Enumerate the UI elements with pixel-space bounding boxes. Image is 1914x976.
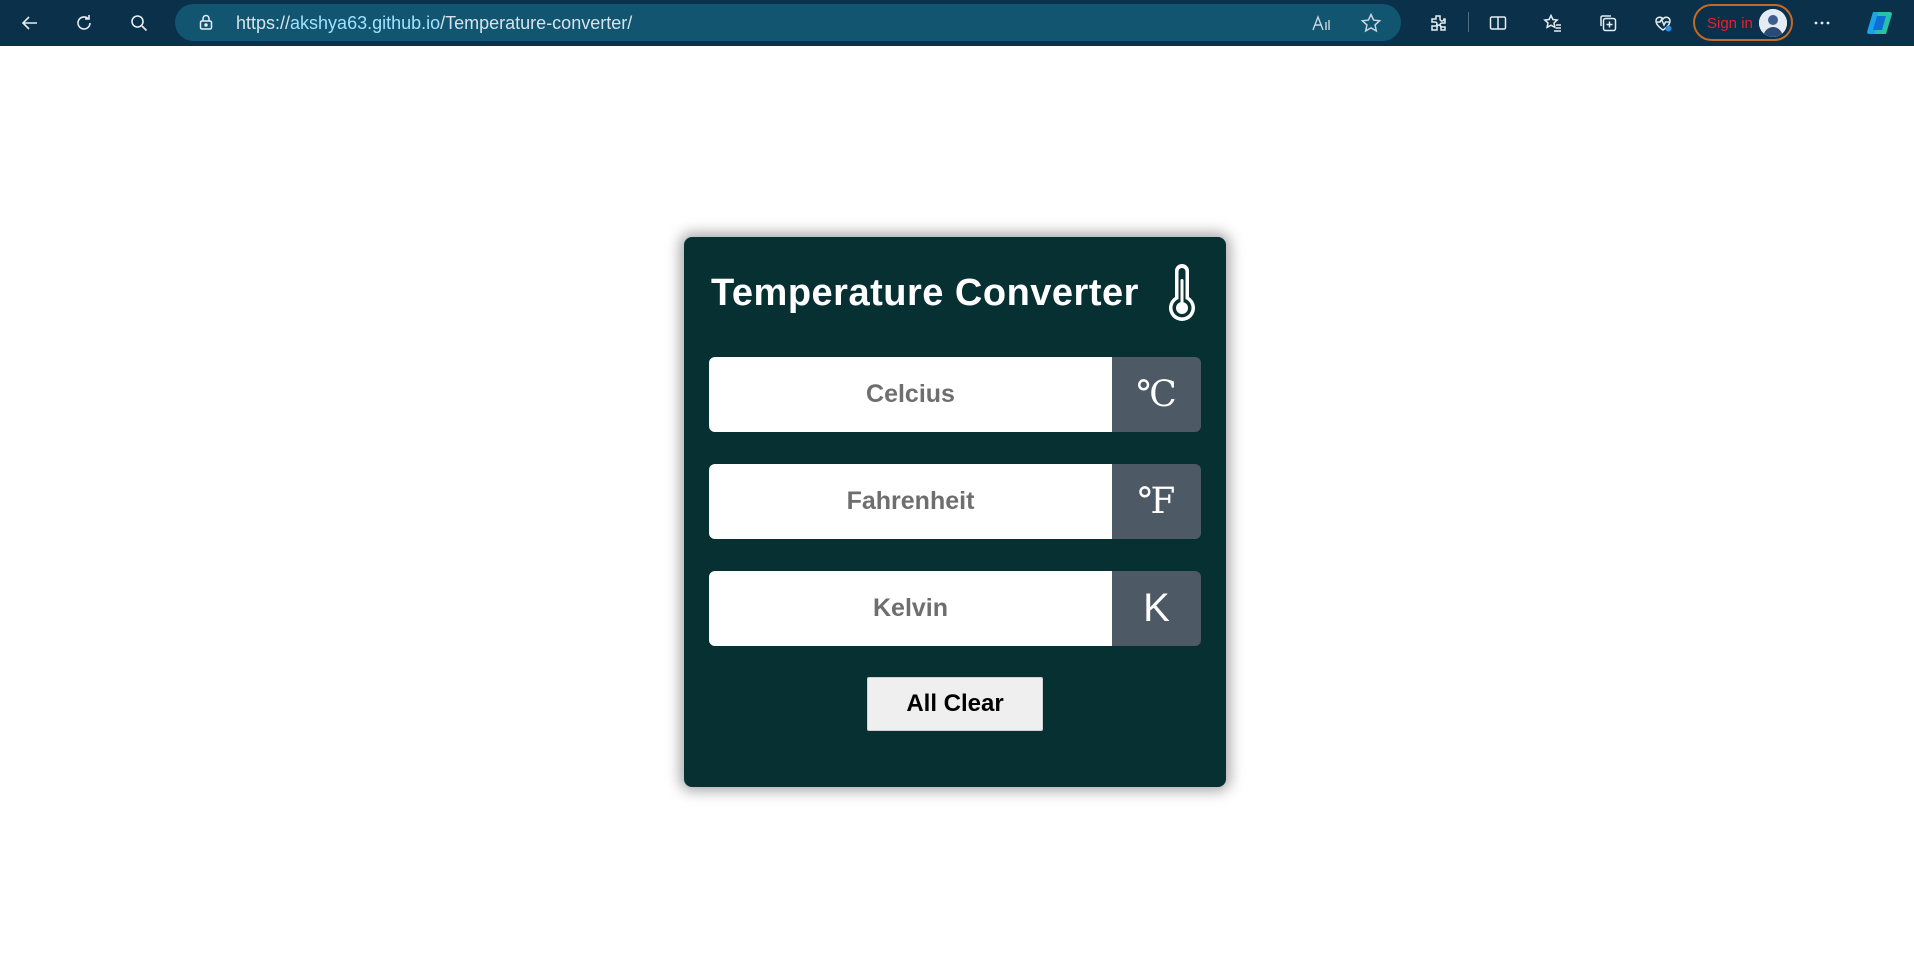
search-icon[interactable] bbox=[122, 6, 156, 40]
thermometer-icon bbox=[1169, 264, 1195, 321]
lock-icon[interactable] bbox=[197, 13, 215, 31]
fahrenheit-input[interactable] bbox=[709, 464, 1112, 539]
fahrenheit-row: ℉ bbox=[709, 464, 1201, 539]
sign-in-label: Sign in bbox=[1707, 15, 1753, 32]
celsius-input[interactable] bbox=[709, 357, 1112, 432]
back-icon[interactable] bbox=[13, 6, 47, 40]
more-icon[interactable] bbox=[1805, 6, 1839, 40]
favorite-star-icon[interactable] bbox=[1359, 11, 1383, 35]
page-title: Temperature Converter bbox=[711, 272, 1139, 314]
address-bar[interactable]: https://akshya63.github.io/Temperature-c… bbox=[175, 4, 1401, 41]
all-clear-button[interactable]: All Clear bbox=[867, 677, 1043, 731]
browser-essentials-icon[interactable] bbox=[1646, 6, 1680, 40]
celsius-row: ℃ bbox=[709, 357, 1201, 432]
read-aloud-icon[interactable] bbox=[1310, 11, 1334, 35]
refresh-icon[interactable] bbox=[67, 6, 101, 40]
copilot-icon[interactable] bbox=[1864, 6, 1898, 40]
avatar bbox=[1759, 9, 1787, 37]
url-host: akshya63.github.io bbox=[290, 13, 441, 33]
kelvin-input[interactable] bbox=[709, 571, 1112, 646]
url-text[interactable]: https://akshya63.github.io/Temperature-c… bbox=[236, 13, 632, 34]
browser-toolbar: https://akshya63.github.io/Temperature-c… bbox=[0, 0, 1914, 46]
favorites-icon[interactable] bbox=[1536, 6, 1570, 40]
url-path: /Temperature-converter/ bbox=[440, 13, 633, 33]
fahrenheit-unit-label: ℉ bbox=[1112, 464, 1201, 539]
toolbar-separator bbox=[1468, 12, 1469, 32]
extensions-icon[interactable] bbox=[1421, 6, 1455, 40]
kelvin-row: K bbox=[709, 571, 1201, 646]
sign-in-button[interactable]: Sign in bbox=[1693, 4, 1793, 41]
split-screen-icon[interactable] bbox=[1481, 6, 1515, 40]
celsius-unit-label: ℃ bbox=[1112, 357, 1201, 432]
collections-icon[interactable] bbox=[1591, 6, 1625, 40]
url-scheme: https:// bbox=[236, 13, 291, 33]
kelvin-unit-label: K bbox=[1112, 571, 1201, 646]
converter-card: Temperature Converter ℃ ℉ K All Clear bbox=[684, 237, 1226, 787]
